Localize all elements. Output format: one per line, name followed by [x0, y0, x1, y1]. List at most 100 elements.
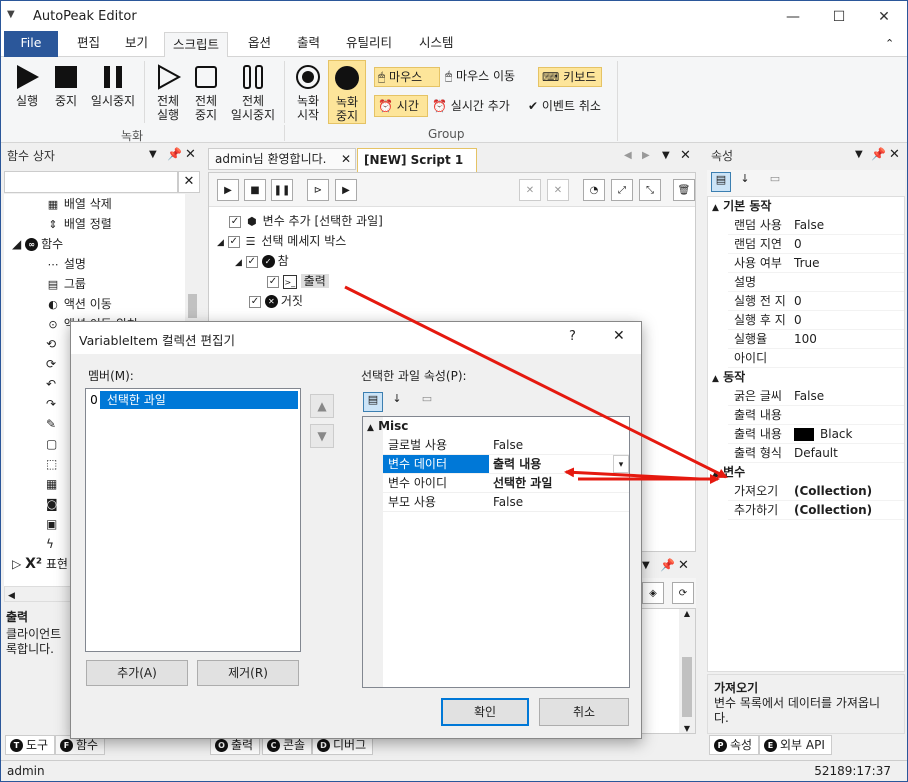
tree-item-expression[interactable]: ▷ X² 표현	[12, 554, 68, 574]
property-pages-icon[interactable]: ▭	[417, 392, 437, 412]
tab-properties[interactable]: P 속성	[709, 735, 760, 755]
stop-all-button[interactable]: 전체 중지	[187, 63, 225, 122]
pin-icon[interactable]: 📌	[871, 147, 886, 161]
panel-close-icon[interactable]: ✕	[889, 147, 900, 162]
tab-scroll-left-icon[interactable]: ◀	[624, 150, 632, 161]
pin-icon[interactable]: 📌	[660, 558, 675, 572]
tab-edit[interactable]: 편집	[69, 31, 108, 57]
minimize-icon[interactable]: —	[770, 2, 816, 32]
panel-menu-icon[interactable]: ▼	[642, 560, 650, 571]
property-row[interactable]: 랜덤 지연 0	[728, 235, 904, 254]
cancel-button[interactable]: 취소	[539, 698, 629, 726]
tab-scroll-right-icon[interactable]: ▶	[642, 150, 650, 161]
panel-close-icon[interactable]: ✕	[185, 147, 196, 162]
property-row[interactable]: 실행율 100	[728, 330, 904, 349]
function-search-input[interactable]	[4, 171, 178, 193]
editor-close-icon[interactable]: ✕	[680, 148, 691, 163]
tab-script-1[interactable]: [NEW] Script 1	[357, 148, 477, 172]
remove-button[interactable]: 제거(R)	[197, 660, 299, 686]
dropdown-icon[interactable]: ▾	[613, 455, 629, 473]
time-button[interactable]: ⏰ 시간	[374, 95, 428, 117]
tab-file[interactable]: File	[4, 31, 58, 57]
script-node[interactable]: ✓ ⬢ 변수 추가 [선택한 과일]	[229, 211, 383, 231]
tree-item-function[interactable]: ◢ ∞ 함수	[12, 234, 63, 254]
run-button[interactable]: 실행	[7, 63, 47, 108]
expand-all-icon[interactable]: ⤢	[611, 179, 633, 201]
property-row[interactable]: 실행 전 지 0	[728, 292, 904, 311]
collapse-icon[interactable]: ◢	[235, 258, 242, 268]
timer-icon[interactable]: ◔	[583, 179, 605, 201]
maximize-icon[interactable]: ☐	[816, 2, 862, 32]
mouse-move-button[interactable]: 🖱 마우스 이동	[445, 67, 535, 87]
tab-script[interactable]: 스크립트	[164, 32, 229, 58]
tree-item-group[interactable]: ▤ 그룹	[46, 274, 86, 294]
property-category[interactable]: ▲ 변수	[712, 463, 902, 482]
property-row[interactable]: 실행 후 지 0	[728, 311, 904, 330]
tab-output[interactable]: 출력	[289, 31, 328, 57]
node-checkbox[interactable]: ✓	[229, 215, 241, 228]
trash-icon[interactable]: 🗑	[673, 179, 695, 201]
pin-icon[interactable]: 📌	[167, 147, 182, 161]
clear-search-icon[interactable]: ✕	[178, 171, 200, 193]
collapse-icon[interactable]: ◢	[12, 237, 21, 251]
output-scrollbar[interactable]: ▲ ▼	[679, 609, 695, 733]
tab-close-icon[interactable]: ✕	[341, 149, 351, 169]
script-node[interactable]: ◢ ✓ ✓ 참	[235, 251, 289, 271]
event-cancel-button[interactable]: ✔ 이벤트 취소	[528, 96, 614, 116]
stop-button[interactable]: 중지	[47, 63, 85, 108]
add-button[interactable]: 추가(A)	[86, 660, 188, 686]
category-misc[interactable]: ▲ Misc	[367, 417, 408, 436]
property-row[interactable]: 출력 내용 Black	[728, 425, 904, 444]
node-checkbox[interactable]: ✓	[249, 295, 261, 308]
script-node[interactable]: ◢ ✓ ☰ 선택 메세지 박스	[217, 231, 346, 251]
panel-menu-icon[interactable]: ▼	[855, 149, 863, 160]
property-row[interactable]: 추가하기 (Collection)	[728, 501, 904, 520]
collapse-icon[interactable]: ◢	[217, 238, 224, 248]
prop-variable-data[interactable]: 변수 데이터 출력 내용 ▾	[383, 455, 629, 474]
property-row[interactable]: 가져오기 (Collection)	[728, 482, 904, 501]
property-row[interactable]: 랜덤 사용 False	[728, 216, 904, 235]
tree-item-description[interactable]: ⋯ 설명	[46, 254, 86, 274]
tab-utility[interactable]: 유틸리티	[338, 31, 400, 57]
disable-icon[interactable]: ✕	[519, 179, 541, 201]
record-start-button[interactable]: 녹화 시작	[289, 63, 327, 122]
collapse-icon[interactable]: ▲	[712, 469, 719, 479]
tree-item-action-move[interactable]: ◐ 액션 이동	[46, 294, 112, 314]
member-item[interactable]: 0 선택한 과일	[88, 391, 298, 409]
run-all-button[interactable]: 전체 실행	[149, 63, 187, 122]
tree-item-array-delete[interactable]: ▦ 배열 삭제	[46, 194, 112, 214]
refresh-icon[interactable]: ⟳	[672, 582, 694, 604]
prop-variable-id[interactable]: 변수 아이디 선택한 과일	[383, 474, 629, 493]
tab-options[interactable]: 옵션	[240, 31, 279, 57]
property-category[interactable]: ▲ 기본 동작	[712, 197, 902, 216]
collapse-icon[interactable]: ▲	[367, 423, 374, 433]
pause-icon[interactable]: ❚❚	[271, 179, 293, 201]
property-category[interactable]: ▲ 동작	[712, 368, 902, 387]
categorized-icon[interactable]: ▤	[711, 172, 731, 192]
dialog-close-icon[interactable]: ✕	[613, 328, 625, 344]
step-over-icon[interactable]: ▶	[335, 179, 357, 201]
record-stop-button[interactable]: 녹화 중지	[328, 60, 366, 124]
move-up-icon[interactable]: ▲	[310, 394, 334, 418]
collapse-all-icon[interactable]: ⤡	[639, 179, 661, 201]
prop-parent-use[interactable]: 부모 사용 False	[383, 493, 629, 512]
sort-az-icon[interactable]: ↓	[387, 392, 407, 412]
tab-welcome[interactable]: admin님 환영합니다. ✕	[208, 148, 356, 170]
ribbon-collapse-icon[interactable]: ⌃	[885, 37, 894, 50]
property-row[interactable]: 출력 형식 Default	[728, 444, 904, 463]
tab-system[interactable]: 시스템	[411, 31, 462, 57]
step-icon[interactable]: ⊳	[307, 179, 329, 201]
property-row[interactable]: 아이디	[728, 349, 904, 368]
prop-global-use[interactable]: 글로벌 사용 False	[383, 436, 629, 455]
tree-item-array-sort[interactable]: ⇕ 배열 정렬	[46, 214, 111, 234]
run-icon[interactable]: ▶	[217, 179, 239, 201]
node-checkbox[interactable]: ✓	[267, 275, 279, 288]
script-node[interactable]: ✓ ✕ 거짓	[249, 291, 303, 311]
pause-all-button[interactable]: 전체 일시중지	[226, 63, 280, 122]
quick-access-icon[interactable]: ▼	[7, 9, 15, 20]
script-node-selected[interactable]: ✓ >_ 출력	[267, 271, 329, 291]
node-checkbox[interactable]: ✓	[245, 255, 258, 268]
node-checkbox[interactable]: ✓	[227, 235, 240, 248]
tab-view[interactable]: 보기	[117, 31, 156, 57]
tab-tools[interactable]: T 도구	[5, 735, 56, 755]
